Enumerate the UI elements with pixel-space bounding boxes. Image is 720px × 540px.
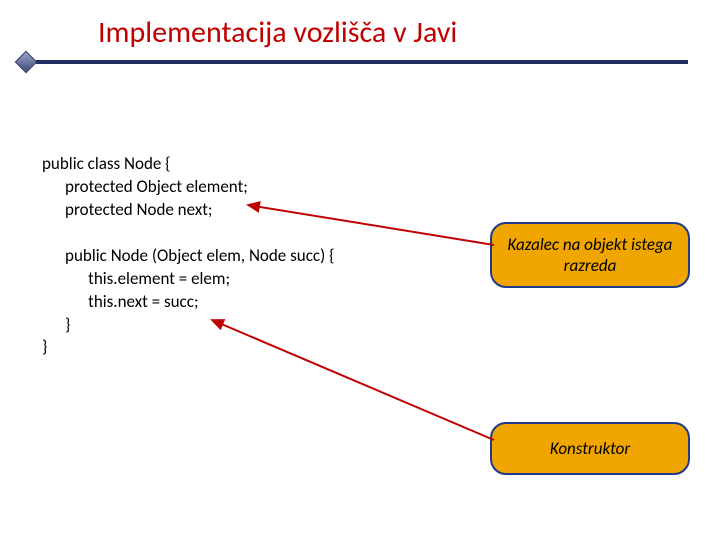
code-line: public Node (Object elem, Node succ) { (42, 245, 334, 266)
code-block: public class Node { protected Object ele… (42, 130, 334, 359)
code-line: } (42, 314, 70, 335)
code-line: protected Node next; (42, 199, 212, 220)
code-line: this.element = elem; (42, 268, 230, 289)
code-line: this.next = succ; (42, 291, 199, 312)
callout-constructor: Konstruktor (490, 422, 690, 475)
callout-line: razreda (506, 255, 674, 276)
code-line: } (42, 336, 47, 357)
code-line: protected Object element; (42, 176, 248, 197)
slide-title: Implementacija vozlišča v Javi (98, 14, 457, 51)
callout-text: Konstruktor (506, 438, 674, 459)
title-bullet-diamond (15, 51, 38, 74)
callout-pointer-same-class: Kazalec na objekt istega razreda (490, 222, 690, 288)
callout-line: Kazalec na objekt istega (506, 234, 674, 255)
code-line: public class Node { (42, 153, 171, 174)
title-underline (36, 60, 688, 64)
